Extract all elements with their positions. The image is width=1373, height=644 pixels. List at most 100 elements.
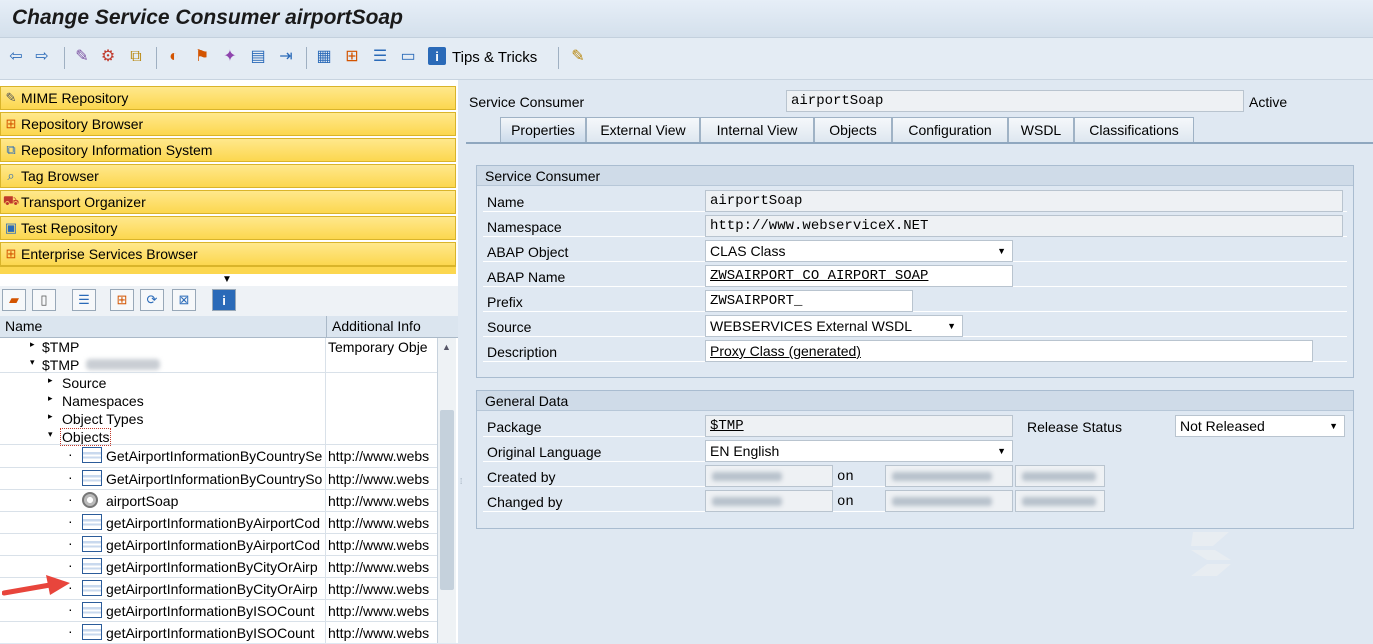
collapse-triangle-icon[interactable]: ▾ — [30, 357, 35, 368]
original-language-value: EN English — [710, 443, 780, 459]
namespace-field[interactable]: http://www.webserviceX.NET — [705, 215, 1343, 237]
expand-triangle-icon[interactable]: ▸ — [48, 411, 53, 422]
open-folder-icon[interactable]: ▰ — [2, 289, 26, 311]
display-change-icon[interactable]: ✎ — [72, 47, 92, 67]
other-object-icon[interactable]: ⧉ — [126, 47, 146, 67]
tab-classifications[interactable]: Classifications — [1074, 117, 1194, 143]
created-on-time-field[interactable] — [1015, 465, 1105, 487]
back-arrow-icon[interactable]: ⇦ — [6, 47, 26, 67]
expand-triangle-icon[interactable]: ▸ — [48, 375, 53, 386]
namespace-label: Namespace — [487, 219, 562, 235]
forward-arrow-icon[interactable]: ⇨ — [32, 47, 52, 67]
changed-on-date-field[interactable] — [885, 490, 1013, 512]
abap-name-label: ABAP Name — [487, 269, 566, 285]
nav-item-repository-browser[interactable]: ⊞ Repository Browser — [0, 112, 456, 136]
nav-more-bar[interactable] — [0, 266, 456, 274]
abap-name-field[interactable]: ZWSAIRPORT_CO_AIRPORT_SOAP — [705, 265, 1013, 287]
group-header: General Data — [477, 391, 1353, 411]
information-system-icon: ⧉ — [6, 142, 16, 157]
service-consumer-icon — [82, 492, 98, 508]
changed-on-time-field[interactable] — [1015, 490, 1105, 512]
tree-row[interactable]: · GetAirportInformationByCountrySo http:… — [0, 468, 437, 490]
editor-pane: Service Consumer airportSoap Active Prop… — [466, 80, 1373, 643]
dropdown-caret-icon[interactable]: ▼ — [1329, 421, 1338, 431]
splitter-grip-icon[interactable]: ⁞ — [460, 478, 462, 486]
close-tree-icon[interactable]: ⊠ — [172, 289, 196, 311]
expand-triangle-icon[interactable]: ▸ — [48, 393, 53, 404]
release-status-value: Not Released — [1180, 418, 1265, 434]
nav-item-enterprise-services-browser[interactable]: ⊞ Enterprise Services Browser — [0, 242, 456, 266]
tree-row[interactable]: · getAirportInformationByAirportCod http… — [0, 534, 437, 556]
nav-item-label: Tag Browser — [21, 168, 99, 184]
release-status-dropdown[interactable]: Not Released ▼ — [1175, 415, 1345, 437]
row-divider — [483, 311, 1347, 312]
tab-underline — [466, 142, 1373, 144]
nav-item-tag-browser[interactable]: ⌕ Tag Browser — [0, 164, 456, 188]
test-wand-icon[interactable]: ✦ — [220, 47, 240, 67]
nav-expand-icon[interactable]: ▼ — [222, 274, 232, 285]
bullet-icon: · — [68, 513, 73, 529]
source-dropdown[interactable]: WEBSERVICES External WSDL ▼ — [705, 315, 963, 337]
help-note-icon[interactable]: ✎ — [568, 47, 588, 67]
abap-object-dropdown[interactable]: CLAS Class ▼ — [705, 240, 1013, 262]
tab-configuration[interactable]: Configuration — [892, 117, 1008, 143]
tree-row-selected[interactable]: · airportSoap http://www.webs — [0, 490, 437, 512]
bullet-icon: · — [68, 469, 73, 485]
collapse-triangle-icon[interactable]: ▾ — [48, 429, 53, 440]
changed-by-field[interactable] — [705, 490, 833, 512]
tree-row[interactable]: · getAirportInformationByISOCount http:/… — [0, 622, 437, 644]
tree-row-label: GetAirportInformationByCountrySo — [106, 471, 323, 487]
tree-row-label: $TMP — [42, 339, 80, 355]
active-inactive-icon[interactable]: ⚙ — [98, 47, 118, 67]
tab-external-view[interactable]: External View — [586, 117, 700, 143]
object-list-icon[interactable]: ▦ — [314, 47, 334, 67]
prefix-field[interactable]: ZWSAIRPORT_ — [705, 290, 913, 312]
nav-item-label: Test Repository — [21, 220, 118, 236]
scrollbar-thumb[interactable] — [440, 410, 454, 590]
name-field[interactable]: airportSoap — [705, 190, 1343, 212]
info-icon[interactable]: i — [428, 47, 446, 65]
dropdown-caret-icon[interactable]: ▼ — [947, 321, 956, 331]
where-used-icon[interactable]: ▤ — [248, 47, 268, 67]
tree-row[interactable]: · getAirportInformationByISOCount http:/… — [0, 600, 437, 622]
tips-tricks-link[interactable]: Tips & Tricks — [452, 49, 537, 66]
created-by-field[interactable] — [705, 465, 833, 487]
package-field[interactable]: $TMP — [705, 415, 1013, 437]
refresh-icon[interactable]: ⟳ — [140, 289, 164, 311]
watermark-logo-icon — [1191, 532, 1231, 576]
list-icon[interactable]: ☰ — [72, 289, 96, 311]
column-header-info[interactable]: Additional Info — [332, 318, 421, 334]
check-icon[interactable]: ◐ — [164, 47, 184, 67]
tab-properties[interactable]: Properties — [500, 117, 586, 144]
tree-row-info: http://www.webs — [328, 581, 430, 597]
navigate-icon[interactable]: ⇥ — [276, 47, 296, 67]
tree-row[interactable]: · GetAirportInformationByCountrySe http:… — [0, 445, 437, 467]
nav-item-mime-repository[interactable]: ✎ MIME Repository — [0, 86, 456, 110]
nav-item-repository-information-system[interactable]: ⧉ Repository Information System — [0, 138, 456, 162]
window-icon[interactable]: ▭ — [398, 47, 418, 67]
tree-row-label: getAirportInformationByCityOrAirp — [106, 559, 318, 575]
tab-objects[interactable]: Objects — [814, 117, 892, 143]
activate-icon[interactable]: ⚑ — [192, 47, 212, 67]
nav-item-test-repository[interactable]: ▣ Test Repository — [0, 216, 456, 240]
pane-splitter[interactable]: ⁞ — [458, 80, 466, 643]
dropdown-caret-icon[interactable]: ▼ — [997, 446, 1006, 456]
nav-item-transport-organizer[interactable]: ⛟ Transport Organizer — [0, 190, 456, 214]
tab-wsdl[interactable]: WSDL — [1008, 117, 1074, 143]
service-consumer-field[interactable]: airportSoap — [786, 90, 1244, 112]
original-language-dropdown[interactable]: EN English ▼ — [705, 440, 1013, 462]
created-on-date-field[interactable] — [885, 465, 1013, 487]
new-document-icon[interactable]: ▯ — [32, 289, 56, 311]
description-field[interactable]: Proxy Class (generated) — [705, 340, 1313, 362]
dropdown-caret-icon[interactable]: ▼ — [997, 246, 1006, 256]
nav-item-label: Repository Information System — [21, 142, 213, 158]
tab-internal-view[interactable]: Internal View — [700, 117, 814, 143]
scroll-up-icon[interactable]: ▲ — [442, 342, 451, 352]
info-icon[interactable]: i — [212, 289, 236, 311]
hierarchy-icon[interactable]: ⊞ — [342, 47, 362, 67]
stack-icon[interactable]: ☰ — [370, 47, 390, 67]
hierarchy-icon[interactable]: ⊞ — [110, 289, 134, 311]
column-header-name[interactable]: Name — [5, 318, 42, 334]
expand-triangle-icon[interactable]: ▸ — [30, 339, 35, 350]
tree-row[interactable]: · getAirportInformationByAirportCod http… — [0, 512, 437, 534]
